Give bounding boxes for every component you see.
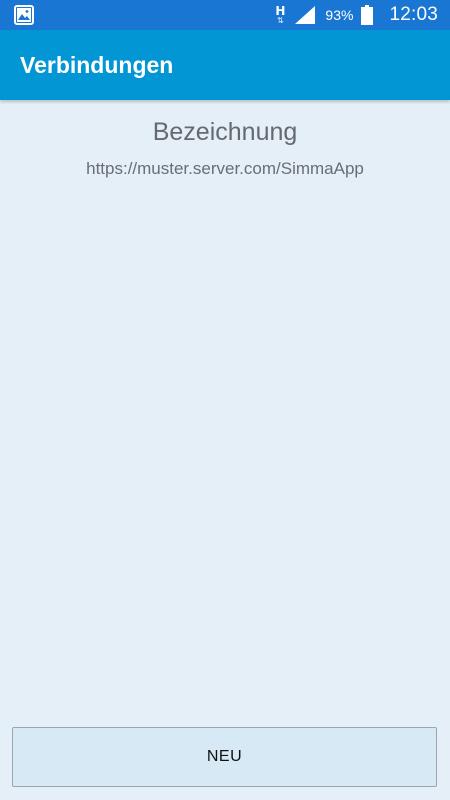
battery-icon (361, 5, 374, 25)
connection-list-item[interactable]: Bezeichnung https://muster.server.com/Si… (0, 100, 450, 195)
gallery-notification-icon (14, 5, 34, 25)
connection-url: https://muster.server.com/SimmaApp (86, 159, 364, 178)
connection-name: Bezeichnung (152, 118, 298, 146)
new-connection-button[interactable]: NEU (12, 727, 437, 787)
connections-list: Bezeichnung https://muster.server.com/Si… (0, 100, 450, 720)
page-title: Verbindungen (20, 52, 174, 78)
status-bar: H ⇅ 93% 12:03 (0, 0, 450, 30)
app-bar: Verbindungen (0, 30, 450, 100)
signal-strength-icon (295, 6, 316, 24)
status-clock: 12:03 (389, 4, 438, 25)
data-activity-icon: ⇅ (277, 16, 284, 25)
status-icons: H ⇅ 93% 12:03 (275, 0, 450, 30)
network-type-indicator: H ⇅ (275, 5, 285, 25)
battery-percentage: 93% (325, 7, 354, 23)
